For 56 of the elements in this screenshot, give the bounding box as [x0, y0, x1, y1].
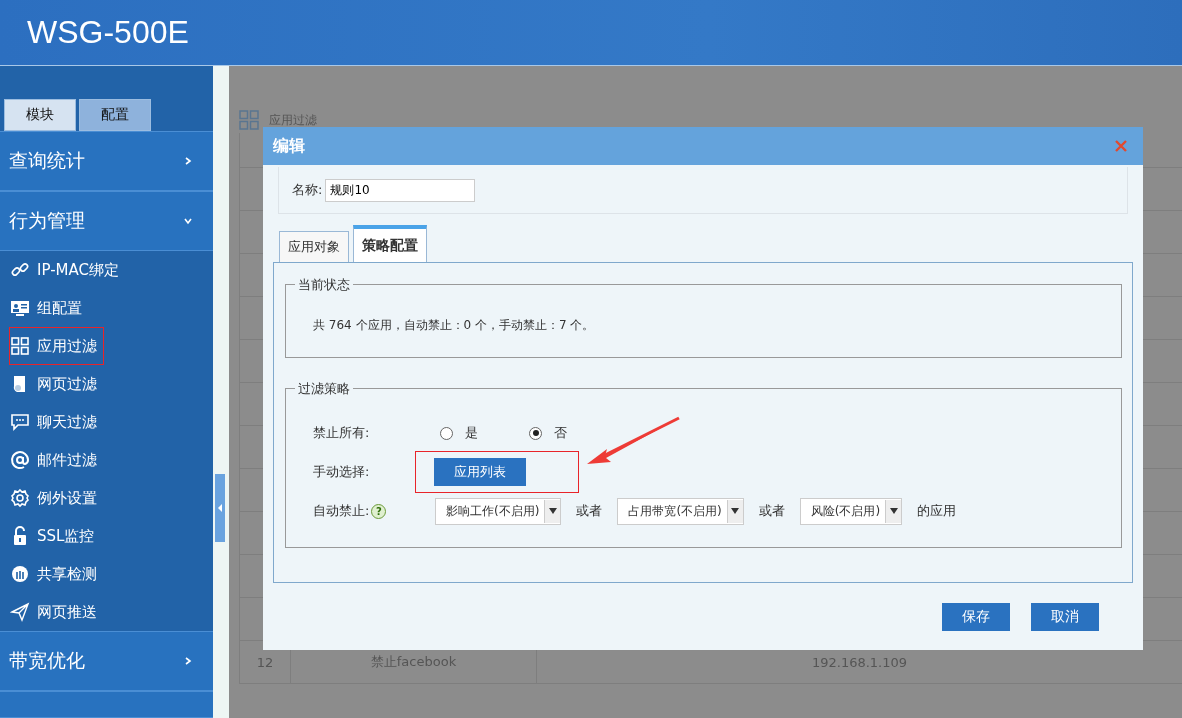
card-icon	[10, 298, 30, 318]
sidebar-section[interactable]: 查询统计	[0, 131, 213, 191]
name-label: 名称:	[292, 181, 323, 199]
sidebar-tab[interactable]: 配置	[79, 99, 151, 131]
group-legend: 当前状态	[295, 276, 353, 294]
grid-icon	[10, 336, 30, 356]
close-icon[interactable]	[1115, 140, 1127, 152]
caret-icon	[731, 508, 740, 514]
sidebar-item[interactable]: 网页过滤	[9, 365, 104, 403]
at-icon	[10, 450, 30, 470]
sidebar-item[interactable]: SSL监控	[9, 517, 102, 555]
tab[interactable]: 策略配置	[353, 225, 427, 262]
joiner-text: 或者	[758, 502, 785, 520]
chevron-right-icon	[183, 156, 193, 166]
radio-option[interactable]: 否	[529, 424, 613, 442]
gear-icon	[10, 488, 30, 508]
sidebar-item[interactable]: 邮件过滤	[9, 441, 104, 479]
product-title: WSG-500E	[27, 14, 189, 51]
help-icon[interactable]: ?	[371, 503, 387, 519]
dialog-title: 编辑	[273, 135, 305, 157]
save-button[interactable]: 保存	[942, 603, 1010, 631]
sidebar-item[interactable]: 共享检测	[9, 555, 104, 593]
dropdown[interactable]: 风险(不启用)	[799, 497, 903, 525]
sidebar-tab[interactable]: 模块	[4, 99, 76, 131]
sidebar-section[interactable]: 带宽优化	[0, 631, 213, 691]
send-icon	[10, 602, 30, 622]
grid-icon	[239, 110, 259, 130]
sidebar-item[interactable]: IP-MAC绑定	[9, 251, 126, 289]
dropdown[interactable]: 影响工作(不启用)	[435, 497, 562, 525]
sidebar-item[interactable]: 聊天过滤	[9, 403, 104, 441]
cancel-button[interactable]: 取消	[1031, 603, 1099, 631]
chat-icon	[10, 412, 30, 432]
cloud-icon	[10, 564, 30, 584]
manual-select-label: 手动选择:	[313, 463, 371, 481]
block-all-label: 禁止所有:	[313, 424, 371, 442]
status-text: 共 764 个应用，自动禁止：0 个，手动禁止：7 个。	[313, 316, 595, 334]
sidebar-item[interactable]: 网页推送	[9, 593, 104, 631]
group-legend: 过滤策略	[295, 380, 353, 398]
chevron-down-icon	[183, 216, 193, 226]
auto-block-label: 自动禁止:	[313, 502, 370, 520]
collapse-handle[interactable]	[215, 474, 225, 542]
sidebar-item[interactable]: 例外设置	[9, 479, 104, 517]
app-list-button[interactable]: 应用列表	[434, 458, 526, 486]
radio-option[interactable]: 是	[440, 424, 524, 442]
chevron-right-icon	[183, 656, 193, 666]
sidebar-item[interactable]: 组配置	[9, 289, 89, 327]
name-field[interactable]: 规则10	[325, 178, 476, 202]
dropdown[interactable]: 占用带宽(不启用)	[617, 497, 744, 525]
caret-icon	[548, 508, 557, 514]
sidebar-item[interactable]: 应用过滤	[9, 327, 104, 365]
tab[interactable]: 应用对象	[279, 231, 349, 262]
joiner-text: 或者	[576, 502, 603, 520]
caret-icon	[889, 508, 898, 514]
sidebar-section[interactable]: 行为管理	[0, 191, 213, 251]
suffix-text: 的应用	[917, 502, 957, 520]
collapse-arrow-icon	[217, 503, 223, 513]
